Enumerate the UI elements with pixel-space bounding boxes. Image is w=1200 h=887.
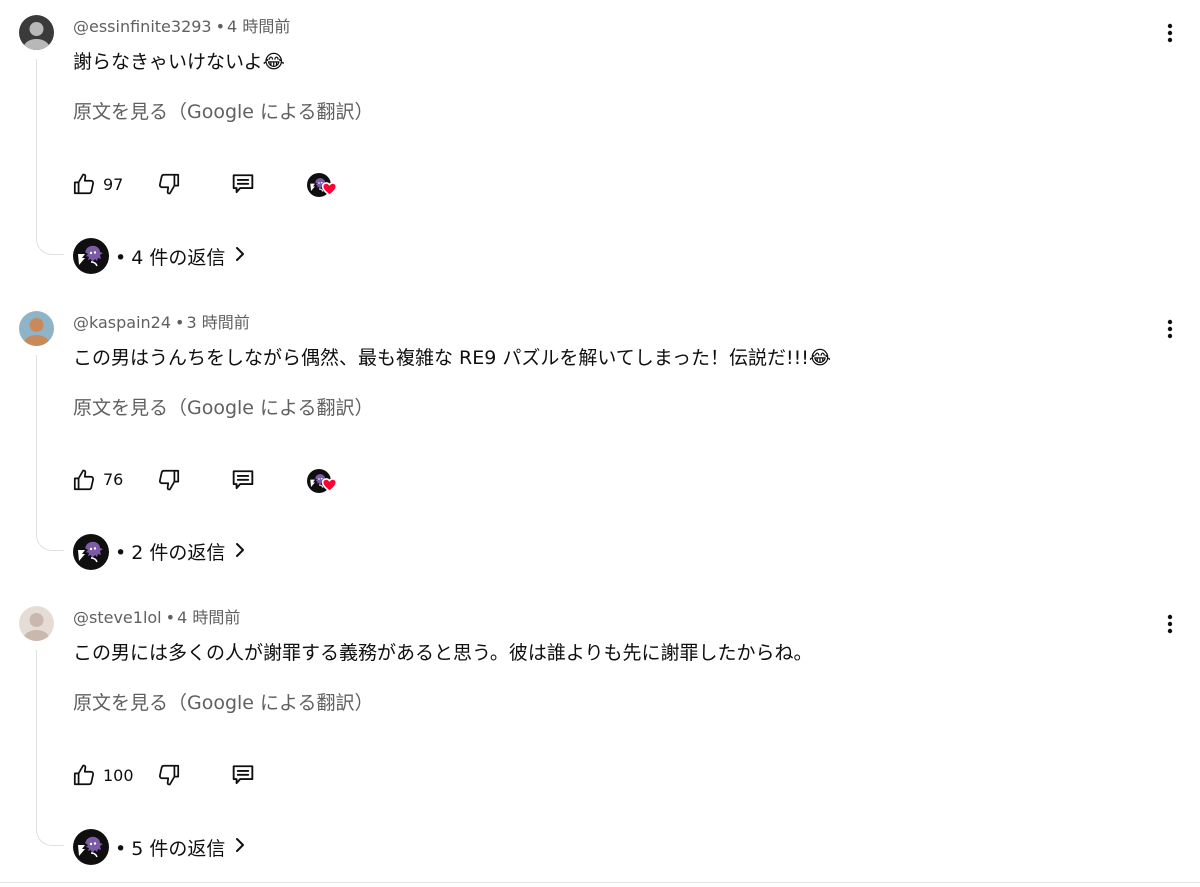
thumb-down-icon <box>156 171 182 197</box>
separator-dot: • <box>215 17 226 36</box>
user-avatar-icon[interactable] <box>19 15 54 50</box>
comment-text: 謝らなきゃいけないよ😂 <box>73 51 285 73</box>
more-vert-icon[interactable] <box>1160 21 1180 45</box>
thumb-up-icon <box>71 762 97 788</box>
see-original-link[interactable]: 原文を見る（Google による翻訳） <box>73 689 373 717</box>
thread-connector <box>36 59 64 255</box>
dislike-button[interactable] <box>156 169 182 199</box>
view-replies-button[interactable]: • 5 件の返信 <box>73 829 247 865</box>
like-button[interactable]: 76 <box>71 465 123 495</box>
comment-text: この男はうんちをしながら偶然、最も複雑な RE9 パズルを解いてしまった！伝説だ… <box>73 346 832 369</box>
user-avatar-icon[interactable] <box>19 606 54 641</box>
user-avatar-icon[interactable] <box>19 310 54 346</box>
reply-button[interactable] <box>229 760 257 790</box>
view-replies-button[interactable]: • 4 件の返信 <box>73 238 247 274</box>
comment-timestamp[interactable]: 4 時間前 <box>227 17 290 36</box>
separator-dot: • <box>165 608 176 627</box>
author-handle[interactable]: @kaspain24 <box>73 313 171 332</box>
bottom-divider <box>0 882 1200 883</box>
thread-connector <box>36 650 64 846</box>
reply-button[interactable] <box>229 169 257 199</box>
creator-avatar-icon <box>73 829 109 865</box>
thread-connector <box>36 354 64 551</box>
view-replies-button[interactable]: • 2 件の返信 <box>73 533 247 570</box>
comment-header: @essinfinite3293 • 4 時間前 <box>73 16 290 38</box>
thumb-down-icon <box>156 762 182 788</box>
chevron-right-icon <box>233 245 247 267</box>
reply-icon <box>229 761 257 789</box>
chevron-right-icon <box>233 836 247 858</box>
like-count: 76 <box>103 470 124 489</box>
reply-button[interactable] <box>229 465 257 495</box>
comment-timestamp[interactable]: 3 時間前 <box>186 313 249 332</box>
dislike-button[interactable] <box>156 465 182 495</box>
comment-header: @steve1lol • 4 時間前 <box>73 607 240 629</box>
creator-avatar-icon <box>73 238 109 274</box>
more-vert-icon[interactable] <box>1160 317 1180 341</box>
comment-text: この男には多くの人が謝罪する義務があると思う。彼は誰よりも先に謝罪したからね。 <box>73 642 813 664</box>
thumb-up-icon <box>71 467 97 493</box>
reply-count-label: • 5 件の返信 <box>115 837 226 860</box>
creator-avatar-icon <box>73 533 109 570</box>
like-count: 97 <box>103 174 124 194</box>
like-count: 100 <box>103 765 134 785</box>
comment-thread: @essinfinite3293 • 4 時間前 謝らなきゃいけないよ😂 原文を見る（G… <box>0 1 1200 296</box>
reply-count-label: • 2 件の返信 <box>115 542 226 564</box>
creator-heart-badge <box>307 465 339 495</box>
chevron-right-icon <box>233 541 247 563</box>
author-handle[interactable]: @steve1lol <box>73 608 162 627</box>
reply-count-label: • 4 件の返信 <box>115 246 226 269</box>
author-handle[interactable]: @essinfinite3293 <box>73 17 212 36</box>
comment-thread: @kaspain24 • 3 時間前この男はうんちをしながら偶然、最も複雑な RE9… <box>0 297 1200 592</box>
reply-icon <box>229 466 257 494</box>
see-original-link[interactable]: 原文を見る（Google による翻訳） <box>73 394 373 422</box>
creator-heart-badge <box>307 169 339 199</box>
thumb-down-icon <box>156 467 182 493</box>
dislike-button[interactable] <box>156 760 182 790</box>
heart-icon <box>322 182 337 196</box>
comment-header: @kaspain24 • 3 時間前 <box>73 312 250 334</box>
see-original-link[interactable]: 原文を見る（Google による翻訳） <box>73 98 373 126</box>
comment-timestamp[interactable]: 4 時間前 <box>177 608 240 627</box>
more-vert-icon[interactable] <box>1160 612 1180 636</box>
reply-icon <box>229 170 257 198</box>
thumb-up-icon <box>71 171 97 197</box>
like-button[interactable]: 100 <box>71 760 134 790</box>
separator-dot: • <box>175 312 185 332</box>
comment-thread: @steve1lol • 4 時間前この男には多くの人が謝罪する義務があると思う。彼… <box>0 592 1200 887</box>
like-button[interactable]: 97 <box>71 169 123 199</box>
heart-icon <box>322 477 337 492</box>
